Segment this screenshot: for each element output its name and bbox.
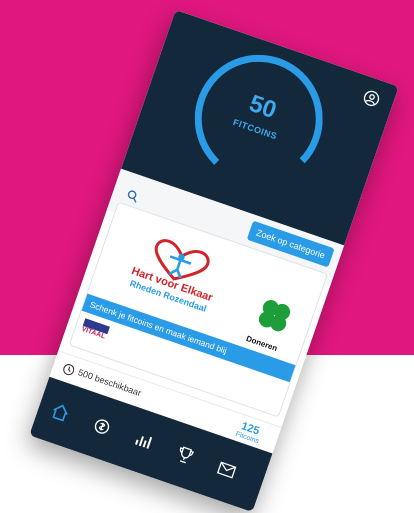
clock-icon: [63, 364, 75, 376]
search-icon[interactable]: [125, 188, 140, 203]
home-icon[interactable]: [48, 400, 73, 425]
trophy-icon[interactable]: [172, 442, 197, 467]
coins-icon[interactable]: [89, 414, 114, 439]
profile-icon[interactable]: [361, 88, 381, 108]
stats-icon[interactable]: [131, 428, 156, 453]
mail-icon[interactable]: [214, 457, 239, 482]
